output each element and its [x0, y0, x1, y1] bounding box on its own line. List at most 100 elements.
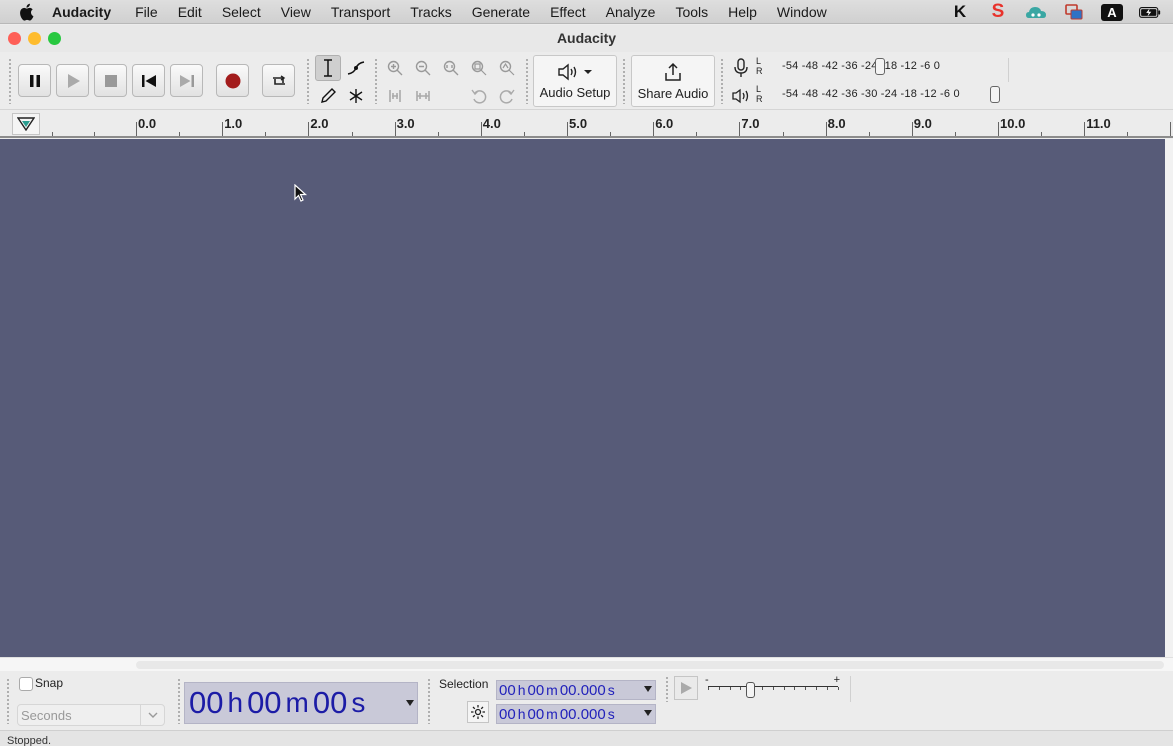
share-audio-label: Share Audio — [637, 85, 709, 101]
playback-meter[interactable]: LR -54 -48 -42 -36 -30 -24 -18 -12 -6 0 — [756, 84, 1000, 104]
menu-select[interactable]: Select — [212, 0, 271, 24]
input-source-icon[interactable]: A — [1101, 3, 1123, 21]
menu-file[interactable]: File — [125, 0, 168, 24]
toolbar-grip[interactable] — [8, 58, 12, 104]
time-hours: 00 — [189, 685, 224, 720]
record-meter[interactable]: LR -54 -48 -42 -36 -24 -18 -12 -6 0 — [756, 56, 996, 76]
time-minutes-unit: m — [285, 687, 309, 718]
skip-to-end-button[interactable] — [170, 64, 203, 97]
selection-end-format-icon[interactable] — [644, 710, 652, 716]
meter-extension — [1008, 58, 1173, 82]
selection-end-time[interactable]: 00 h 00 m 00.000 s — [496, 704, 656, 724]
record-volume-slider[interactable] — [875, 58, 885, 75]
selection-start-format-icon[interactable] — [644, 686, 652, 692]
toolbar-grip[interactable] — [665, 676, 669, 702]
envelope-icon — [347, 61, 365, 75]
toolbar-grip[interactable] — [525, 58, 529, 104]
screen-share-icon[interactable] — [1063, 3, 1085, 21]
zoom-toggle-button[interactable] — [494, 55, 520, 81]
trim-audio-button[interactable] — [382, 83, 408, 109]
redo-button[interactable] — [494, 83, 520, 109]
selection-tool[interactable] — [315, 55, 341, 81]
toolbar-grip[interactable] — [622, 58, 626, 104]
playback-speed-slider[interactable]: - + — [704, 674, 844, 700]
snap-units-select[interactable]: Seconds — [17, 704, 165, 726]
menu-window[interactable]: Window — [767, 0, 837, 24]
ruler-label: 8.0 — [827, 116, 846, 131]
record-button[interactable] — [216, 64, 249, 97]
audio-setup-button[interactable]: Audio Setup — [533, 55, 617, 107]
menu-analyze[interactable]: Analyze — [596, 0, 666, 24]
speed-slider-thumb[interactable] — [746, 682, 755, 698]
toolbar-grip[interactable] — [306, 58, 310, 104]
ruler-label: 9.0 — [913, 116, 932, 131]
menu-help[interactable]: Help — [718, 0, 767, 24]
toolbar-grip[interactable] — [374, 58, 378, 104]
ruler-major-tick — [653, 122, 655, 136]
ruler-major-tick — [567, 122, 568, 136]
toolbar-grip[interactable] — [427, 678, 431, 724]
undo-button[interactable] — [466, 83, 492, 109]
speed-slider-tick — [783, 687, 785, 690]
silence-audio-button[interactable] — [410, 83, 436, 109]
snap-units-dropdown[interactable] — [140, 705, 164, 725]
timeline-ruler[interactable]: 0.01.02.03.04.05.06.07.08.09.010.011.012… — [0, 110, 1173, 138]
mouse-cursor-icon — [294, 184, 308, 202]
envelope-tool[interactable] — [343, 55, 369, 81]
horizontal-scrollbar[interactable] — [0, 657, 1173, 671]
ruler-minor-tick — [868, 132, 870, 136]
snap-checkbox[interactable] — [19, 677, 33, 691]
menu-tools[interactable]: Tools — [665, 0, 718, 24]
playback-volume-slider[interactable] — [990, 86, 1000, 103]
k-app-icon[interactable]: K — [949, 2, 971, 21]
time-display[interactable]: 00 h 00 m 00 s — [184, 682, 418, 724]
play-at-speed-icon — [681, 682, 692, 694]
ruler-minor-tick — [1127, 132, 1129, 136]
multi-tool[interactable] — [343, 83, 369, 109]
selection-start-time[interactable]: 00 h 00 m 00.000 s — [496, 680, 656, 700]
fit-selection-button[interactable] — [438, 55, 464, 81]
timeline-options-button[interactable] — [12, 113, 40, 135]
horizontal-scroll-thumb[interactable] — [136, 661, 1164, 669]
gear-icon — [471, 705, 485, 719]
selection-settings-button[interactable] — [467, 701, 489, 723]
menu-app-audacity[interactable]: Audacity — [52, 0, 125, 24]
fit-project-button[interactable] — [466, 55, 492, 81]
menu-effect[interactable]: Effect — [540, 0, 596, 24]
apple-menu-icon[interactable] — [18, 3, 38, 21]
menu-generate[interactable]: Generate — [462, 0, 540, 24]
microphone-icon — [734, 58, 748, 77]
s-app-icon[interactable]: S — [987, 1, 1009, 22]
asterisk-icon — [349, 89, 363, 103]
loop-button[interactable] — [262, 64, 295, 97]
zoom-in-button[interactable] — [382, 55, 408, 81]
draw-tool[interactable] — [315, 83, 341, 109]
ruler-major-tick — [136, 122, 137, 136]
skip-to-start-button[interactable] — [132, 64, 165, 97]
stop-button[interactable] — [94, 64, 127, 97]
speed-slider-tick — [762, 687, 763, 690]
time-format-dropdown-icon[interactable] — [406, 700, 414, 706]
play-at-speed-button[interactable] — [674, 676, 698, 700]
battery-icon[interactable] — [1139, 3, 1161, 21]
ruler-minor-tick — [1041, 132, 1043, 136]
vertical-scrollbar[interactable] — [1165, 139, 1173, 657]
ruler-major-tick — [911, 122, 913, 136]
menu-view[interactable]: View — [271, 0, 321, 24]
toolbar-grip[interactable] — [6, 678, 10, 724]
ruler-label: 2.0 — [310, 116, 329, 131]
pause-button[interactable] — [18, 64, 51, 97]
track-area[interactable] — [0, 139, 1165, 657]
zoom-out-button[interactable] — [410, 55, 436, 81]
playback-meter-button[interactable] — [728, 83, 754, 109]
share-audio-button[interactable]: Share Audio — [631, 55, 715, 107]
menu-tracks[interactable]: Tracks — [400, 0, 461, 24]
play-button[interactable] — [56, 64, 89, 97]
menu-transport[interactable]: Transport — [321, 0, 400, 24]
cloud-sync-icon[interactable] — [1025, 3, 1047, 21]
toolbar-grip[interactable] — [177, 678, 181, 724]
toolbar-grip[interactable] — [720, 58, 724, 104]
menu-bar: Audacity File Edit Select View Transport… — [0, 0, 1173, 24]
record-meter-button[interactable] — [728, 55, 754, 81]
menu-edit[interactable]: Edit — [168, 0, 212, 24]
